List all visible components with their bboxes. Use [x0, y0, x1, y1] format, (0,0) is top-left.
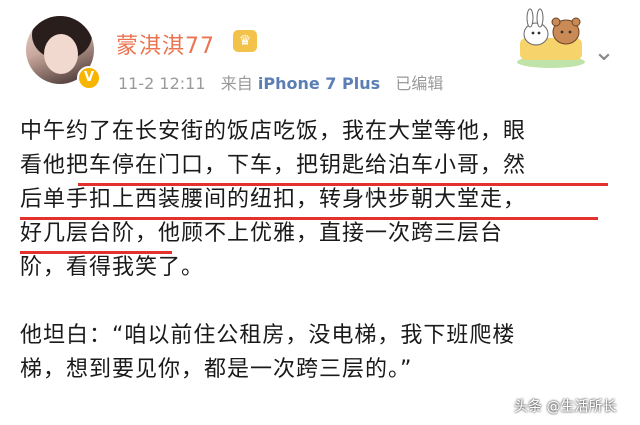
post-meta: 11-2 12:11 来自 iPhone 7 Plus 已编辑 [118, 70, 443, 94]
post-line-4: 好几层台阶，他顾不上优雅，直接一次跨三层台 [20, 221, 504, 246]
crown-vip-icon[interactable]: ♛ [233, 30, 257, 52]
quote-line-1: 他坦白：“咱以前住公租房，没电梯，我下班爬楼 [20, 323, 516, 348]
source-prefix: 来自 [220, 74, 253, 93]
post-line-2: 看他把车停在门口，下车，把钥匙给泊车小哥，然 [20, 153, 527, 178]
watermark: 头条 @生活所长 [514, 399, 617, 415]
post-header: V 蒙淇淇77 ♛ 11-2 12:11 来自 iPhone 7 Plus 已编… [0, 0, 640, 110]
red-underline-3 [20, 251, 172, 254]
source-device[interactable]: iPhone 7 Plus [258, 74, 380, 93]
avatar-face [44, 34, 78, 74]
username[interactable]: 蒙淇淇77 [116, 28, 215, 60]
post-time: 11-2 12:11 [118, 74, 206, 93]
post-line-3: 后单手扣上西装腰间的纽扣，转身快步朝大堂走， [20, 187, 527, 212]
red-underline-2 [20, 217, 598, 220]
quote-line-2: 梯，想到要见你，都是一次跨三层的。” [20, 357, 413, 382]
verified-v-icon: V [77, 66, 101, 90]
bunny-bear-sticker-icon [517, 8, 585, 68]
chevron-down-icon[interactable]: ⌄ [590, 38, 618, 66]
edited-label[interactable]: 已编辑 [395, 74, 443, 93]
post-line-5: 阶，看得我笑了。 [20, 255, 205, 280]
post-line-1: 中午约了在长安街的饭店吃饭，我在大堂等他，眼 [20, 119, 527, 144]
red-underline-1 [78, 183, 608, 186]
